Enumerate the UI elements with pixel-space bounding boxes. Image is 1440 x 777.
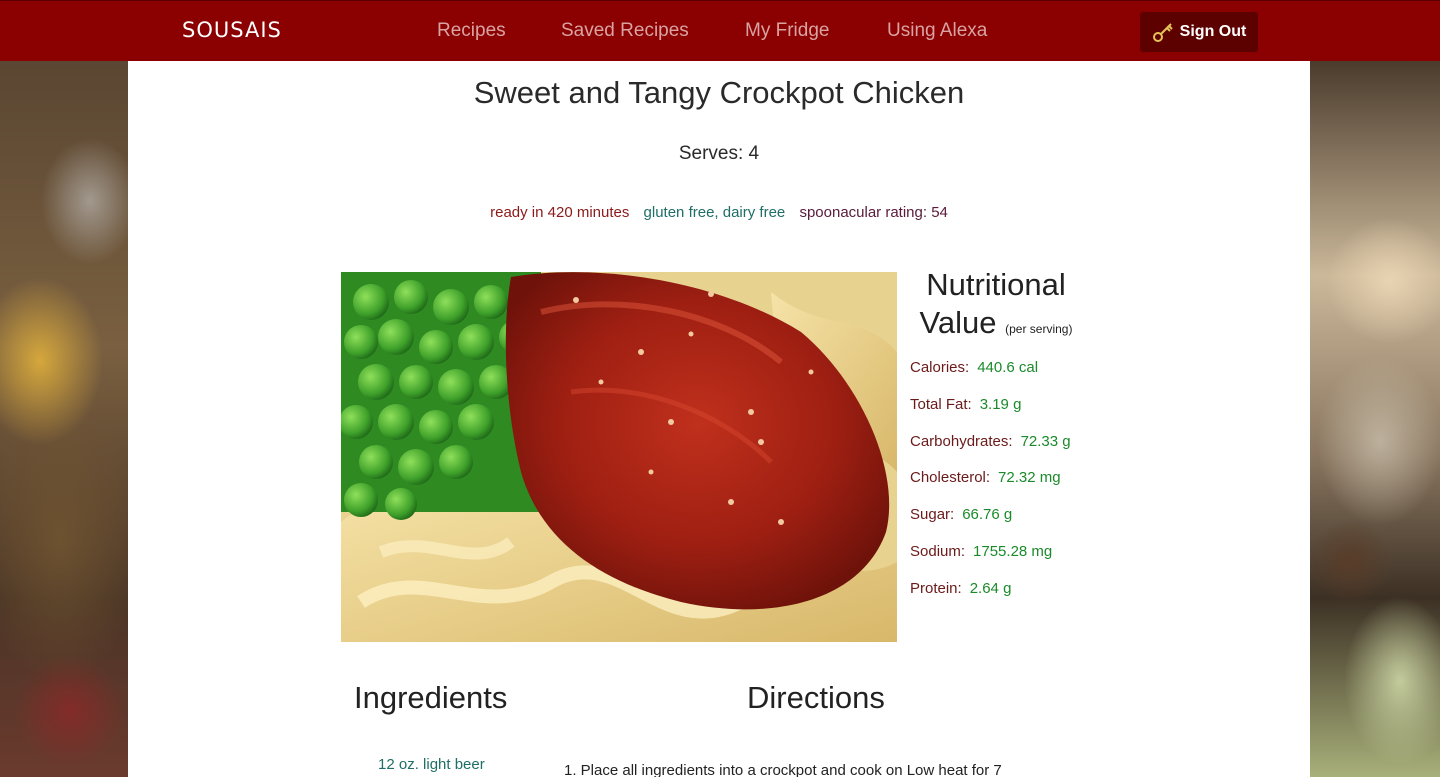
key-icon <box>1152 21 1174 43</box>
ingredient-item: 12 oz. light beer <box>378 756 485 773</box>
nutrition-label: Total Fat: <box>910 395 972 413</box>
nutrition-heading: Nutritional Value (per serving) <box>906 266 1086 348</box>
nutrition-value: 3.19 g <box>979 395 1022 413</box>
nutrition-value: 440.6 cal <box>977 359 1039 376</box>
recipe-panel: Sweet and Tangy Crockpot Chicken Serves:… <box>128 61 1310 777</box>
nutrition-row-sodium: Sodium: 1755.28 mg <box>910 543 1071 580</box>
nutrition-value: 1755.28 mg <box>973 542 1053 560</box>
nutrition-heading-line2: Value <box>919 305 997 340</box>
nutrition-value: 2.64 g <box>969 579 1012 597</box>
spoonacular-rating: spoonacular rating: 54 <box>799 204 948 221</box>
nutrition-label: Protein: <box>910 579 962 597</box>
nutrition-row-total-fat: Total Fat: 3.19 g <box>910 396 1071 433</box>
background-photo-right <box>1310 61 1440 777</box>
diet-tags: gluten free, dairy free <box>643 204 786 221</box>
navbar: SOUSAIS Recipes Saved Recipes My Fridge … <box>0 0 1440 61</box>
sign-out-button[interactable]: Sign Out <box>1140 12 1258 52</box>
background-photo-left <box>0 61 128 777</box>
nutrition-label: Calories: <box>910 359 970 376</box>
nutrition-value: 72.32 mg <box>998 469 1061 487</box>
recipe-serves: Serves: 4 <box>678 143 760 164</box>
nutrition-label: Carbohydrates: <box>910 432 1013 450</box>
recipe-title: Sweet and Tangy Crockpot Chicken <box>473 75 965 110</box>
nav-link-my-fridge[interactable]: My Fridge <box>745 20 829 42</box>
nutrition-value: 72.33 g <box>1020 432 1071 450</box>
nutrition-label: Sugar: <box>910 506 955 524</box>
nutrition-value: 66.76 g <box>962 506 1013 524</box>
direction-step: 1. Place all ingredients into a crockpot… <box>564 762 1002 777</box>
ready-time: ready in 420 minutes <box>490 204 630 221</box>
nav-link-recipes[interactable]: Recipes <box>437 20 506 42</box>
nutrition-row-cholesterol: Cholesterol: 72.32 mg <box>910 469 1071 506</box>
nutrition-row-carbohydrates: Carbohydrates: 72.33 g <box>910 433 1071 470</box>
nutrition-label: Sodium: <box>910 542 966 560</box>
nutrition-heading-note: (per serving) <box>1005 322 1073 336</box>
ingredients-heading: Ingredients <box>354 680 508 715</box>
nutrition-list: Calories: 440.6 cal Total Fat: 3.19 g Carb… <box>910 359 1071 617</box>
nav-link-saved-recipes[interactable]: Saved Recipes <box>561 20 689 42</box>
directions-heading: Directions <box>747 680 885 715</box>
nutrition-row-protein: Protein: 2.64 g <box>910 580 1071 617</box>
nav-link-using-alexa[interactable]: Using Alexa <box>887 20 987 42</box>
nutrition-heading-line1: Nutritional <box>926 267 1066 302</box>
recipe-meta: ready in 420 minutes gluten free, dairy … <box>128 204 1310 221</box>
sign-out-label: Sign Out <box>1179 23 1247 40</box>
nutrition-row-calories: Calories: 440.6 cal <box>910 359 1071 396</box>
nutrition-label: Cholesterol: <box>910 469 991 487</box>
brand-logo[interactable]: SOUSAIS <box>182 18 282 42</box>
recipe-image <box>341 272 897 642</box>
nutrition-row-sugar: Sugar: 66.76 g <box>910 506 1071 543</box>
